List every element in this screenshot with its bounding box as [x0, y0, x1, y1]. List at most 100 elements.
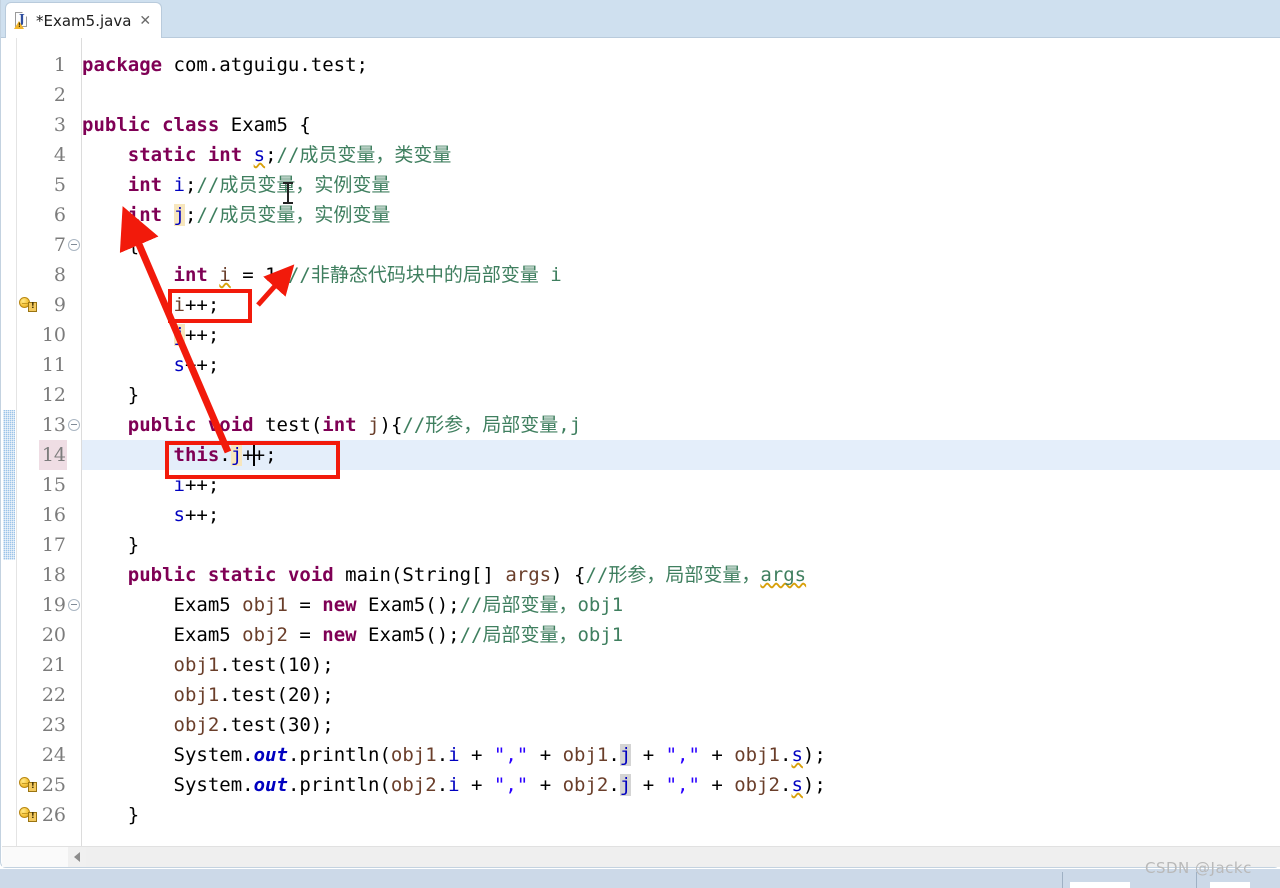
token-keyword-this: this	[173, 444, 220, 466]
screenshot-root: J ! *Exam5.java ✕ ! ! ! 1 2 3 4 5 6 7 8 …	[0, 0, 1280, 888]
token-local-obj2: obj2	[173, 714, 220, 736]
token-method-test: test	[230, 654, 277, 676]
token-field-j-highlighted: j	[173, 324, 185, 346]
token-param-j: j	[368, 414, 380, 436]
token-type-system: System	[173, 774, 243, 796]
code-line-9: i++;	[173, 294, 220, 316]
scrollbar-track[interactable]	[86, 847, 1280, 867]
line-number: 25	[41, 774, 66, 796]
code-line-15: i++;	[173, 474, 220, 496]
status-text-clip	[1070, 882, 1130, 888]
token-close-brace: }	[82, 804, 140, 826]
fold-toggle-line-18[interactable]	[68, 599, 80, 611]
line-number: 7	[53, 234, 66, 256]
token-method-println: println	[299, 774, 380, 796]
token-keyword-int: int	[322, 414, 357, 436]
line-number: 6	[53, 204, 66, 226]
line-number: 5	[53, 174, 66, 196]
horizontal-scrollbar[interactable]	[2, 846, 1280, 867]
code-line-8: int i = 1;//非静态代码块中的局部变量 i	[173, 264, 562, 286]
tab-title: *Exam5.java	[36, 11, 132, 30]
line-number: 1	[53, 54, 66, 76]
comment-line-13: //形参，局部变量,j	[402, 414, 582, 436]
fold-toggle-line-7[interactable]	[68, 239, 80, 251]
token-field-s: s	[791, 774, 803, 796]
token-field-i: i	[173, 474, 185, 496]
status-separator	[1062, 872, 1063, 888]
token-keyword-int: int	[173, 264, 208, 286]
token-type-exam5: Exam5	[368, 594, 426, 616]
code-line-23: obj2.test(30);	[173, 714, 334, 736]
marker-column	[17, 38, 39, 846]
token-number-10: 10	[287, 654, 311, 676]
token-field-i: i	[448, 774, 460, 796]
token-type-exam5: Exam5	[230, 114, 288, 136]
token-keyword-public: public	[127, 414, 197, 436]
token-keyword-new: new	[322, 624, 357, 646]
token-close-brace: }	[82, 534, 140, 556]
code-line-13: public void test(int j){//形参，局部变量,j	[127, 414, 582, 436]
line-number-ruler: 1 2 3 4 5 6 7 8 9 10 11 12 13 14 15 16 1…	[39, 38, 67, 846]
token-local-obj1: obj1	[173, 684, 220, 706]
token-keyword-void: void	[207, 414, 254, 436]
token-local-obj1: obj1	[734, 744, 780, 766]
token-local-obj2: obj2	[734, 774, 780, 796]
code-line-17: }	[82, 530, 139, 560]
code-line-6: int j;//成员变量，实例变量	[127, 204, 391, 226]
line-number-current: 14	[39, 440, 67, 470]
token-keyword-class: class	[162, 114, 220, 136]
line-number: 11	[41, 354, 66, 376]
token-type-system: System	[173, 744, 243, 766]
token-field-s: s	[173, 504, 185, 526]
token-local-obj2: obj2	[390, 774, 437, 796]
scroll-left-arrow-icon[interactable]	[68, 847, 86, 867]
csdn-watermark: CSDN @Jackc	[1145, 859, 1252, 877]
warning-bulb-icon-line-24[interactable]	[19, 776, 37, 792]
code-line-18: public static void main(String[] args) {…	[127, 564, 807, 586]
token-field-i: i	[173, 174, 185, 196]
comment-line-5: //成员变量，实例变量	[196, 174, 391, 196]
warning-bulb-icon-line-8[interactable]	[19, 296, 37, 312]
java-file-warning-icon: J !	[14, 12, 30, 29]
token-method-test: test	[230, 714, 277, 736]
editor-tab-bar: J ! *Exam5.java ✕	[1, 0, 1280, 38]
token-keyword-void: void	[287, 564, 334, 586]
code-line-7: {	[82, 230, 139, 260]
token-open-brace: {	[82, 234, 140, 256]
comment-line-20: //局部变量，obj1	[459, 624, 624, 646]
tab-exam5-java[interactable]: J ! *Exam5.java ✕	[5, 2, 163, 38]
token-keyword-int: int	[207, 144, 243, 166]
token-field-j-highlighted: j	[173, 204, 185, 226]
code-line-1: package com.atguigu.test;	[82, 50, 368, 80]
line-number: 9	[53, 294, 66, 316]
token-keyword-static: static	[127, 144, 197, 166]
token-field-j-highlighted: j	[619, 774, 632, 796]
token-keyword-public: public	[127, 564, 197, 586]
token-keyword-int: int	[127, 204, 163, 226]
token-string-comma: ","	[493, 744, 529, 766]
line-number: 22	[41, 684, 66, 706]
token-type-exam5: Exam5	[173, 624, 231, 646]
scrollbar-gutter-pad	[2, 847, 68, 867]
close-icon[interactable]: ✕	[139, 14, 151, 28]
comment-line-6: //成员变量，实例变量	[196, 204, 391, 226]
code-line-11: s++;	[173, 354, 220, 376]
token-field-out: out	[253, 774, 288, 796]
code-canvas[interactable]: package com.atguigu.test; public class E…	[82, 38, 1280, 846]
code-line-21: obj1.test(10);	[173, 654, 334, 676]
token-field-j-highlighted: j	[619, 744, 632, 766]
token-keyword-int: int	[127, 174, 163, 196]
token-method-test: test	[265, 414, 311, 436]
comment-line-18: //形参，局部变量，	[585, 564, 761, 586]
token-field-s: s	[253, 144, 266, 166]
line-number: 12	[41, 384, 66, 406]
token-local-i: i	[173, 294, 185, 316]
token-local-obj1: obj1	[562, 744, 609, 766]
token-number-1: 1	[265, 264, 277, 286]
fold-toggle-line-13[interactable]	[68, 419, 80, 431]
folding-ruler	[67, 38, 82, 846]
warning-bulb-icon-line-25[interactable]	[19, 806, 37, 822]
token-keyword-new: new	[322, 594, 357, 616]
token-keyword-static: static	[207, 564, 277, 586]
code-line-16: s++;	[173, 504, 220, 526]
